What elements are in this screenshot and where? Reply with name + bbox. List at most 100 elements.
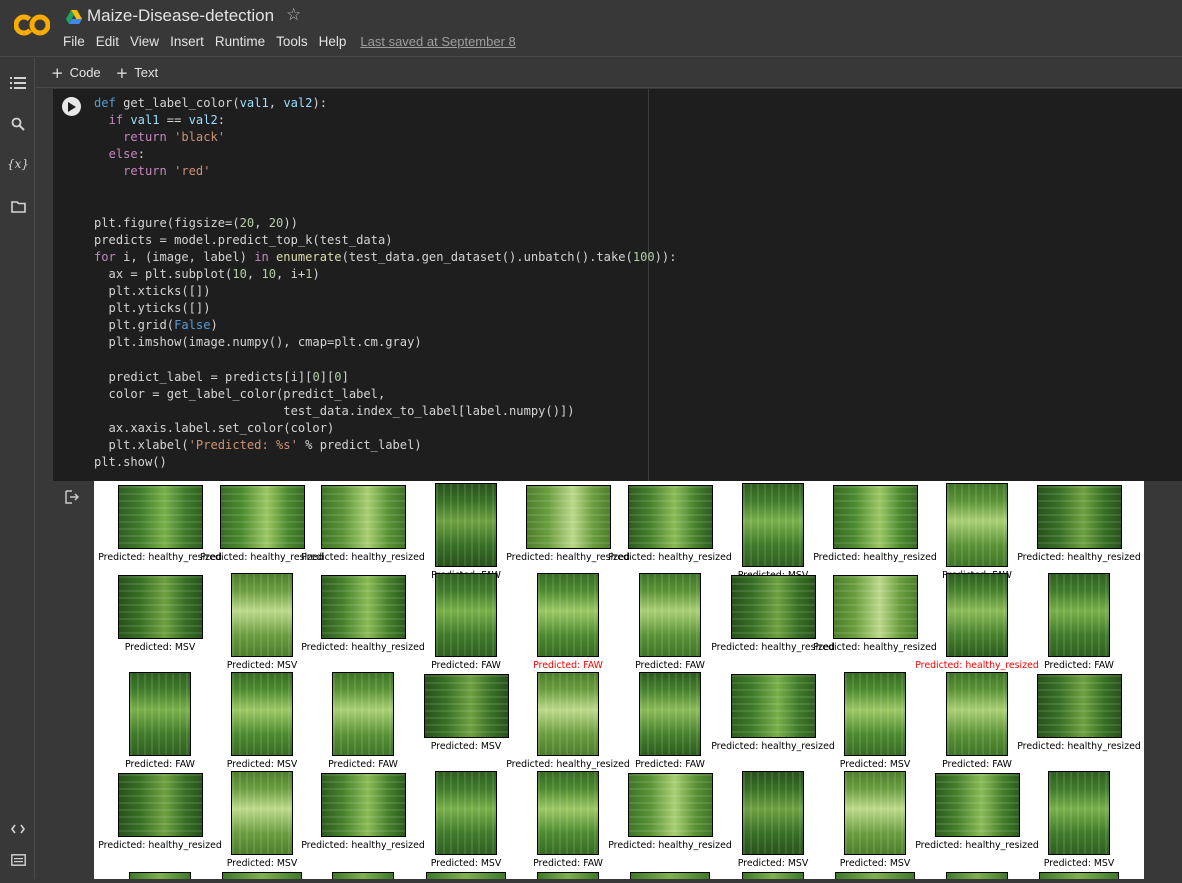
prediction-image bbox=[525, 485, 611, 549]
prediction-image bbox=[222, 872, 302, 879]
bottom-strip bbox=[0, 879, 1182, 883]
code-line[interactable]: ax = plt.subplot(10, 10, i+1) bbox=[94, 266, 677, 283]
prediction-caption: Predicted: MSV bbox=[430, 858, 502, 869]
prediction-caption: Predicted: MSV bbox=[226, 660, 298, 671]
code-line[interactable] bbox=[94, 351, 677, 368]
search-icon[interactable] bbox=[9, 115, 27, 133]
prediction-caption: Predicted: FAW bbox=[635, 660, 705, 671]
prediction-caption: Predicted: FAW bbox=[533, 660, 603, 671]
run-cell-button[interactable] bbox=[62, 97, 81, 116]
prediction-image bbox=[1048, 771, 1110, 855]
code-snippets-icon[interactable] bbox=[9, 820, 27, 838]
code-line[interactable]: return 'red' bbox=[94, 163, 677, 180]
code-line[interactable]: ax.xaxis.label.set_color(color) bbox=[94, 420, 677, 437]
prediction-caption: Predicted: FAW bbox=[1044, 660, 1114, 671]
menu-insert[interactable]: Insert bbox=[170, 34, 204, 49]
prediction-image bbox=[435, 483, 497, 567]
code-line[interactable]: plt.show() bbox=[94, 454, 677, 471]
code-line[interactable]: plt.xticks([]) bbox=[94, 283, 677, 300]
code-cell[interactable]: def get_label_color(val1, val2): if val1… bbox=[53, 89, 1182, 481]
prediction-caption: Predicted: healthy_resized bbox=[711, 741, 835, 752]
prediction-caption: Predicted: healthy_resized bbox=[301, 552, 425, 563]
prediction-image bbox=[332, 872, 394, 879]
prediction-caption: Predicted: healthy_resized bbox=[301, 642, 425, 653]
code-line[interactable]: color = get_label_color(predict_label, bbox=[94, 386, 677, 403]
prediction-image bbox=[844, 771, 906, 855]
prediction-caption: Predicted: healthy_resized bbox=[915, 840, 1039, 851]
code-line[interactable]: if val1 == val2: bbox=[94, 112, 677, 129]
menu-help[interactable]: Help bbox=[319, 34, 347, 49]
prediction-image bbox=[129, 872, 191, 879]
prediction-image bbox=[832, 575, 918, 639]
code-line[interactable]: else: bbox=[94, 146, 677, 163]
prediction-image bbox=[435, 771, 497, 855]
last-saved-link[interactable]: Last saved at September 8 bbox=[360, 34, 515, 49]
code-line[interactable] bbox=[94, 180, 677, 197]
code-line[interactable]: return 'black' bbox=[94, 129, 677, 146]
menu-view[interactable]: View bbox=[130, 34, 159, 49]
code-text[interactable]: def get_label_color(val1, val2): if val1… bbox=[94, 95, 677, 471]
code-line[interactable]: plt.figure(figsize=(20, 20)) bbox=[94, 215, 677, 232]
notebook-title[interactable]: Maize-Disease-detection bbox=[87, 6, 274, 26]
code-line[interactable]: predict_label = predicts[i][0][0] bbox=[94, 369, 677, 386]
code-line[interactable]: def get_label_color(val1, val2): bbox=[94, 95, 677, 112]
prediction-caption: Predicted: healthy_resized bbox=[608, 840, 732, 851]
prediction-image bbox=[730, 674, 816, 738]
add-code-cell-button[interactable]: + Code bbox=[51, 64, 101, 82]
prediction-caption: Predicted: FAW bbox=[125, 759, 195, 770]
prediction-caption: Predicted: MSV bbox=[430, 741, 502, 752]
prediction-image bbox=[742, 872, 804, 879]
prediction-image bbox=[1048, 573, 1110, 657]
code-editor[interactable]: def get_label_color(val1, val2): if val1… bbox=[53, 89, 677, 481]
add-text-cell-button[interactable]: + Text bbox=[116, 64, 158, 82]
prediction-image bbox=[1036, 674, 1122, 738]
prediction-image bbox=[537, 573, 599, 657]
code-line[interactable]: plt.xlabel('Predicted: %s' % predict_lab… bbox=[94, 437, 677, 454]
code-line[interactable]: plt.imshow(image.numpy(), cmap=plt.cm.gr… bbox=[94, 334, 677, 351]
output-actions-icon[interactable] bbox=[64, 489, 80, 505]
code-line[interactable] bbox=[94, 198, 677, 215]
prediction-image bbox=[639, 672, 701, 756]
plus-icon: + bbox=[115, 63, 129, 82]
prediction-image bbox=[946, 672, 1008, 756]
code-line[interactable]: for i, (image, label) in enumerate(test_… bbox=[94, 249, 677, 266]
code-line[interactable]: predicts = model.predict_top_k(test_data… bbox=[94, 232, 677, 249]
prediction-image bbox=[946, 573, 1008, 657]
prediction-image bbox=[231, 672, 293, 756]
prediction-caption: Predicted: MSV bbox=[839, 759, 911, 770]
prediction-caption: Predicted: MSV bbox=[226, 858, 298, 869]
star-icon[interactable]: ☆ bbox=[286, 5, 301, 25]
menu-file[interactable]: File bbox=[63, 34, 85, 49]
code-line[interactable]: plt.grid(False) bbox=[94, 317, 677, 334]
prediction-caption: Predicted: healthy_resized bbox=[98, 840, 222, 851]
prediction-caption: Predicted: healthy_resized bbox=[915, 660, 1039, 671]
code-line[interactable]: test_data.index_to_label[label.numpy()]) bbox=[94, 403, 677, 420]
prediction-caption: Predicted: MSV bbox=[1043, 858, 1115, 869]
menu-runtime[interactable]: Runtime bbox=[215, 34, 265, 49]
prediction-caption: Predicted: healthy_resized bbox=[506, 759, 630, 770]
prediction-image bbox=[320, 485, 406, 549]
prediction-image bbox=[231, 573, 293, 657]
variables-icon[interactable]: {x} bbox=[7, 155, 29, 173]
menu-edit[interactable]: Edit bbox=[96, 34, 119, 49]
left-sidebar: {x} bbox=[0, 58, 35, 883]
prediction-caption: Predicted: healthy_resized bbox=[1017, 552, 1141, 563]
prediction-image bbox=[730, 575, 816, 639]
table-of-contents-icon[interactable] bbox=[9, 74, 27, 92]
cell-toolbar: + Code + Text bbox=[36, 58, 1182, 88]
prediction-caption: Predicted: MSV bbox=[737, 858, 809, 869]
prediction-image bbox=[946, 872, 1008, 879]
files-icon[interactable] bbox=[9, 198, 27, 216]
terminal-icon[interactable] bbox=[9, 851, 27, 869]
plus-icon: + bbox=[51, 63, 64, 82]
prediction-image bbox=[630, 872, 710, 879]
prediction-caption: Predicted: FAW bbox=[942, 759, 1012, 770]
prediction-image bbox=[742, 771, 804, 855]
colab-logo-icon[interactable] bbox=[14, 12, 50, 38]
prediction-image bbox=[537, 672, 599, 756]
prediction-caption: Predicted: healthy_resized bbox=[1017, 741, 1141, 752]
code-line[interactable]: plt.yticks([]) bbox=[94, 300, 677, 317]
prediction-image bbox=[332, 672, 394, 756]
prediction-image bbox=[1036, 485, 1122, 549]
menu-tools[interactable]: Tools bbox=[276, 34, 308, 49]
